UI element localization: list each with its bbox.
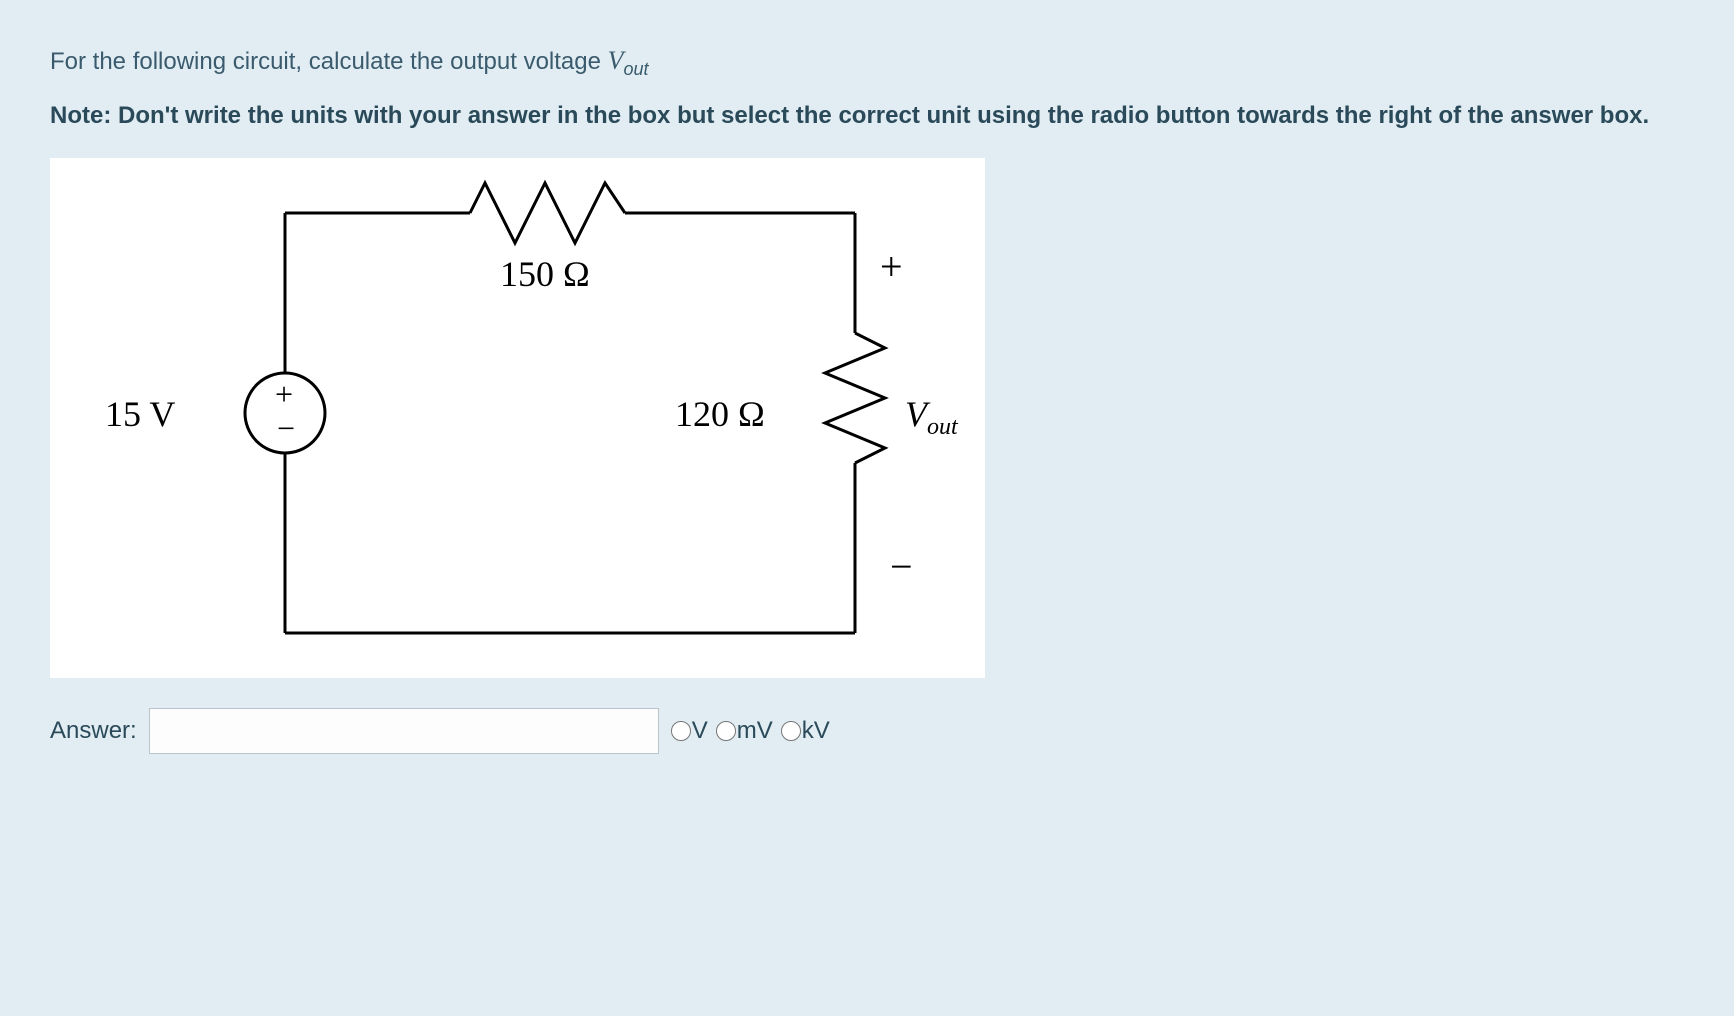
note-text: Note: Don't write the units with your an… <box>50 98 1684 134</box>
unit-label-mv: mV <box>737 717 773 745</box>
question-text: For the following circuit, calculate the… <box>50 40 1684 84</box>
source-plus-icon: + <box>275 376 293 413</box>
vout-plus-icon: + <box>880 243 903 290</box>
circuit-diagram: 15 V + − 150 Ω 120 Ω + Vout − <box>50 158 985 678</box>
answer-input[interactable] <box>149 708 659 754</box>
source-minus-icon: − <box>277 410 295 447</box>
vout-var: V <box>905 394 927 434</box>
unit-label-kv: kV <box>802 717 830 745</box>
answer-label: Answer: <box>50 717 137 745</box>
unit-label-v: V <box>692 717 708 745</box>
question-subscript: out <box>624 59 649 79</box>
vout-sub: out <box>927 414 958 440</box>
unit-radio-group: V mV kV <box>671 717 836 745</box>
question-var: V <box>608 46 624 75</box>
unit-radio-kv[interactable] <box>781 721 801 741</box>
unit-radio-mv[interactable] <box>716 721 736 741</box>
vout-label: Vout <box>905 393 958 441</box>
r1-label: 150 Ω <box>500 253 590 295</box>
question-prefix: For the following circuit, calculate the… <box>50 48 608 75</box>
unit-radio-v[interactable] <box>671 721 691 741</box>
circuit-svg <box>50 158 985 678</box>
r2-label: 120 Ω <box>675 393 765 435</box>
vout-minus-icon: − <box>890 543 913 590</box>
answer-row: Answer: V mV kV <box>50 708 1684 754</box>
source-voltage-label: 15 V <box>105 393 175 435</box>
